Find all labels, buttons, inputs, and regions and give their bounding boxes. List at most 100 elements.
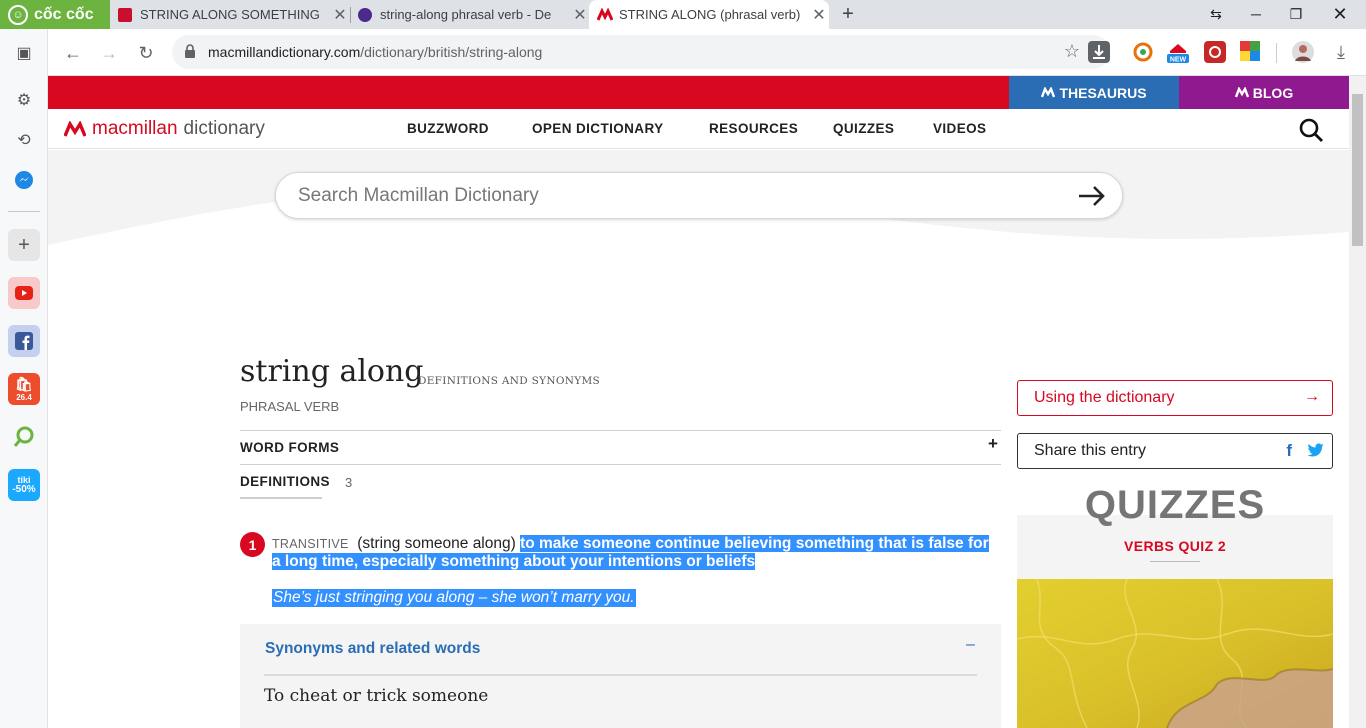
dictionary-search-box [275,172,1123,219]
new-badge-icon[interactable]: NEW [1166,41,1189,64]
toolbar-divider [1276,43,1277,63]
tab-search-icon[interactable]: ⇆ [1196,0,1236,29]
coccoc-logo-icon: ☺ [8,4,28,25]
add-icon[interactable]: + [8,229,40,261]
tab-title: string-along phrasal verb - De [380,7,552,22]
close-tab-icon[interactable]: ✕ [570,5,590,25]
example-sentence: She’s just stringing you along – she won… [272,589,636,607]
bookmark-star-icon[interactable]: ☆ [1064,41,1080,62]
shopee-icon[interactable]: 🛍 26.4 [8,373,40,405]
nav-open-dictionary[interactable]: OPEN DICTIONARY [532,121,664,136]
restore-button[interactable]: ❐ [1276,0,1316,29]
quiz-puzzle-image[interactable] [1017,579,1333,728]
facebook-icon[interactable] [8,325,40,357]
headword-subtitle: DEFINITIONS AND SYNONYMS [418,375,601,387]
address-bar[interactable]: macmillandictionary.com/dictionary/briti… [172,35,1110,69]
quizzes-heading: QUIZZES [1084,483,1266,527]
messenger-icon[interactable] [8,164,40,196]
shopee-label: 26.4 [16,393,32,402]
thesaurus-label: THESAURUS [1059,84,1147,101]
coccoc-brand-button[interactable]: ☺ cốc cốc [0,0,110,29]
search-submit-arrow-icon[interactable] [1076,181,1108,211]
dictionary-favicon-icon [358,7,372,22]
blog-label: BLOG [1252,84,1294,101]
tab-title: STRING ALONG (phrasal verb) [619,7,801,22]
coccoc-extension-icon[interactable] [1132,41,1154,63]
cambridge-favicon-icon [118,7,132,22]
macmillan-logo[interactable]: macmillan dictionary [64,118,265,140]
svg-text:NEW: NEW [1170,57,1187,64]
definitions-underline [240,497,322,499]
history-icon[interactable]: ⟲ [8,124,40,156]
nav-quizzes[interactable]: QUIZZES [833,121,894,136]
divider [240,464,1001,465]
arrow-right-icon: → [1304,388,1320,405]
thesaurus-link[interactable]: THESAURUS [1009,76,1179,109]
minimize-button[interactable]: ─ [1236,0,1276,29]
lens-icon[interactable] [8,421,40,453]
red-extension-icon[interactable] [1204,41,1226,63]
sense-definition: TRANSITIVE (string someone along) to mak… [272,535,992,571]
color-grid-extension-icon[interactable] [1240,41,1262,63]
expand-plus-icon[interactable]: + [988,434,998,454]
youtube-icon[interactable] [8,277,40,309]
page-scrollbar[interactable] [1349,76,1366,728]
synonyms-toggle[interactable]: Synonyms and related words [265,640,480,658]
url-text: macmillandictionary.com/dictionary/briti… [208,44,543,60]
browser-sidebar: ▣ ⚙ ⟲ + 🛍 26.4 tiki -50% [0,29,48,728]
nav-videos[interactable]: VIDEOS [933,121,986,136]
browser-tab-strip: ☺ cốc cốc STRING ALONG SOMETHING ✕ strin… [0,0,1366,29]
downloads-icon[interactable]: ⤓ [1330,41,1352,63]
search-icon[interactable] [1298,117,1324,143]
nav-resources[interactable]: RESOURCES [709,121,798,136]
synonyms-subheading: To cheat or trick someone [264,686,489,706]
share-entry-label: Share this entry [1034,442,1147,459]
sidebar-toggle-icon[interactable]: ▣ [8,37,40,69]
divider [264,674,977,676]
search-input[interactable] [298,183,1058,209]
close-window-button[interactable]: ✕ [1320,0,1360,29]
lock-icon [185,44,195,58]
sidebar-divider [8,211,40,212]
macmillan-mark-icon [1234,87,1249,98]
tab-title: STRING ALONG SOMETHING [140,7,320,22]
main-navigation: macmillan dictionary BUZZWORD OPEN DICTI… [48,109,1349,149]
download-extension-icon[interactable] [1088,41,1110,63]
definitions-count: 3 [345,475,353,490]
facebook-share-icon[interactable]: f [1286,441,1292,461]
web-page: THESAURUS BLOG macmillan dictionary BUZZ… [48,76,1349,728]
synonyms-panel: Synonyms and related words – To cheat or… [240,624,1001,728]
quiz-divider [1150,561,1200,562]
scrollbar-thumb[interactable] [1352,94,1363,246]
headword: string along [240,354,424,389]
sense-pattern: (string someone along) [357,535,516,552]
close-tab-icon[interactable]: ✕ [809,5,829,25]
logo-word-macmillan: macmillan [92,118,178,139]
macmillan-favicon-icon [596,6,614,22]
collapse-minus-icon[interactable]: – [966,636,975,654]
brand-label: cốc cốc [34,5,94,23]
close-tab-icon[interactable]: ✕ [330,5,350,25]
quiz-link[interactable]: VERBS QUIZ 2 [1017,538,1333,554]
share-entry-box: Share this entry f [1017,433,1333,469]
back-button[interactable]: ← [59,39,87,67]
macmillan-mark-icon [1041,87,1056,98]
forward-button[interactable]: → [95,39,123,67]
word-forms-toggle[interactable]: WORD FORMS [240,440,339,455]
tab-string-along-something[interactable]: STRING ALONG SOMETHING ✕ [110,0,350,29]
twitter-share-icon[interactable] [1307,443,1324,458]
tiki-icon[interactable]: tiki -50% [8,469,40,501]
blog-link[interactable]: BLOG [1179,76,1349,109]
reload-button[interactable]: ↻ [132,39,160,67]
profile-avatar[interactable] [1292,41,1314,63]
logo-word-dictionary: dictionary [183,118,265,139]
using-dictionary-button[interactable]: Using the dictionary → [1017,380,1333,416]
tab-string-along-phrasal-verb[interactable]: string-along phrasal verb - De ✕ [350,0,590,29]
settings-icon[interactable]: ⚙ [8,84,40,116]
divider [240,430,1001,431]
new-tab-button[interactable]: + [836,2,860,26]
tab-string-along-macmillan[interactable]: STRING ALONG (phrasal verb) ✕ [589,0,829,29]
browser-toolbar: ← → ↻ macmillandictionary.com/dictionary… [48,29,1366,76]
nav-buzzword[interactable]: BUZZWORD [407,121,489,136]
sense-number-badge: 1 [240,532,265,557]
